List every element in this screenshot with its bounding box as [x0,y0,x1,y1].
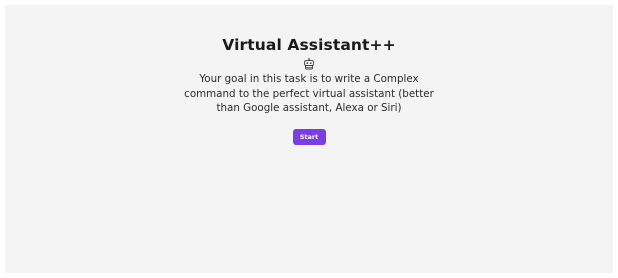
page-title: Virtual Assistant++ [222,36,396,54]
task-panel: Virtual Assistant++ Your goal in this ta… [5,5,613,273]
task-intro: Virtual Assistant++ Your goal in this ta… [5,35,613,145]
task-description: Your goal in this task is to write a Com… [184,73,434,114]
start-button[interactable]: Start [292,128,326,145]
robot-icon [304,58,314,70]
